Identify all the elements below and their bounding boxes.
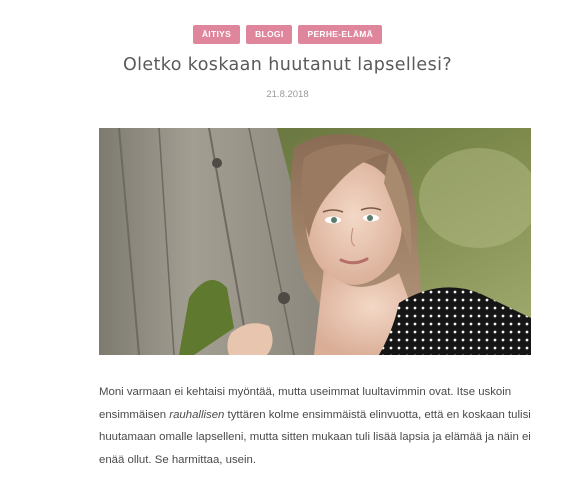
post-title: Oletko koskaan huutanut lapsellesi? [122, 55, 453, 75]
post-date: 21.8.2018 [266, 89, 309, 100]
blog-post: ÄITIYS BLOGI PERHE-ELÄMÄ Oletko koskaan … [0, 0, 575, 480]
tag-aitiys[interactable]: ÄITIYS [192, 25, 241, 44]
post-body-paragraph: Moni varmaan ei kehtaisi myöntää, mutta … [99, 381, 539, 471]
tag-perhe-elama[interactable]: PERHE-ELÄMÄ [298, 25, 383, 44]
hero-image [99, 128, 531, 355]
paragraph-emphasis: rauhallisen [169, 408, 225, 421]
tag-blogi[interactable]: BLOGI [246, 25, 293, 44]
post-tags: ÄITIYS BLOGI PERHE-ELÄMÄ [0, 25, 575, 44]
